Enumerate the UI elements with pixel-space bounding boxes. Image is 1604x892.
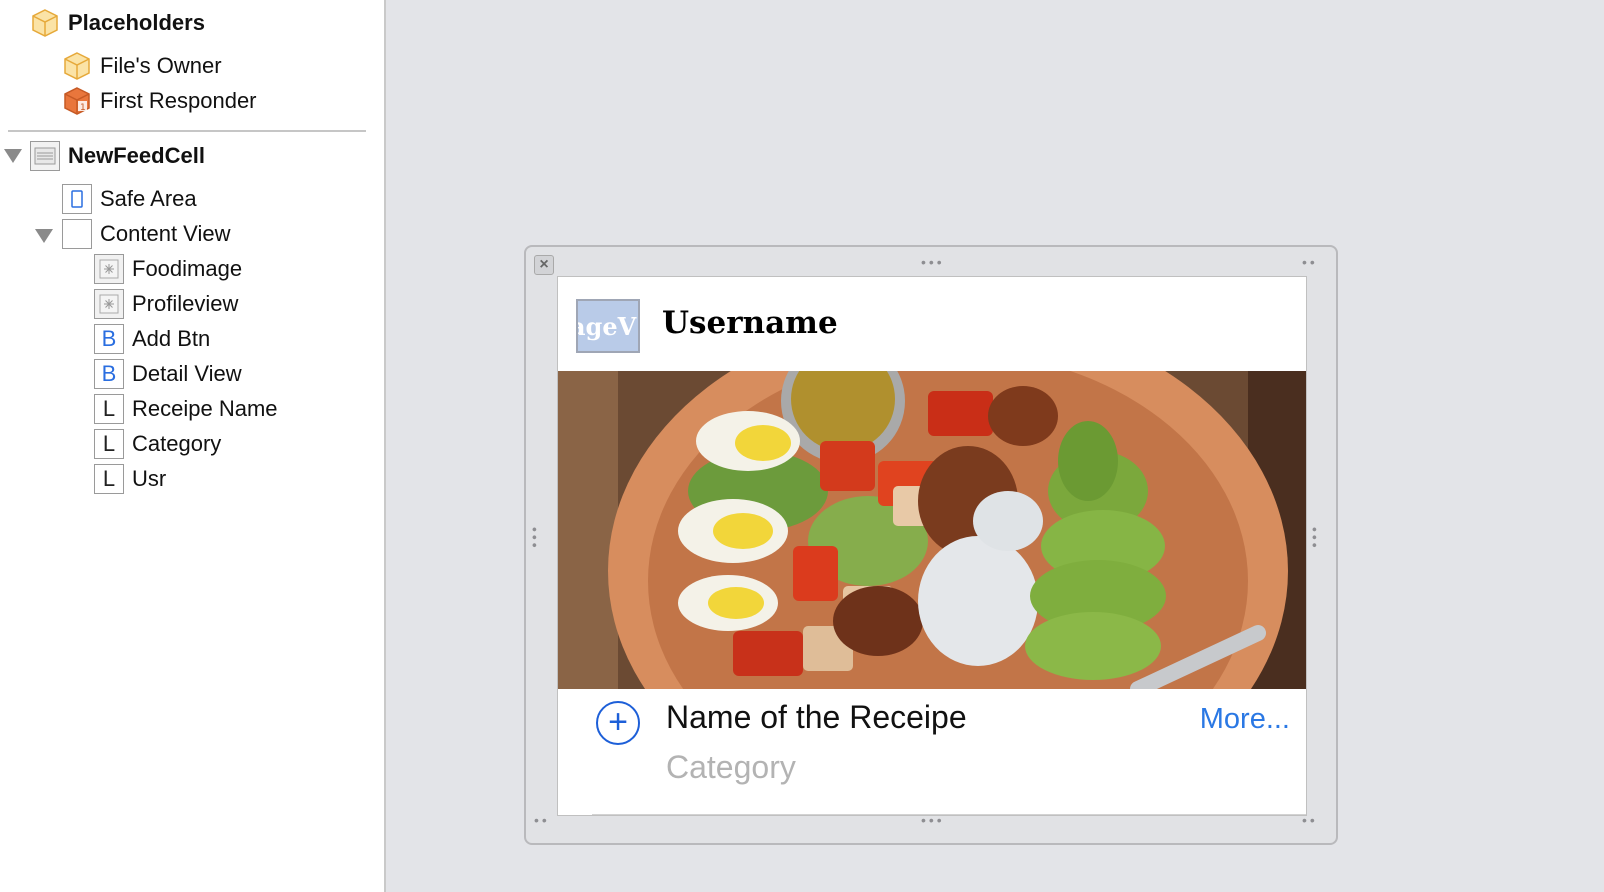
cell-content-view[interactable]: ageV Username + Name of the Receipe Cate… <box>557 276 1307 816</box>
outline-item-usr[interactable]: L Usr <box>94 462 166 496</box>
outline-item-receipe-name[interactable]: L Receipe Name <box>94 392 278 426</box>
button-b-icon: B <box>94 359 124 389</box>
resize-handle-bottom[interactable]: ••• <box>921 813 945 827</box>
label-l-icon: L <box>94 429 124 459</box>
document-outline: Placeholders File's Owner 1 First Respon… <box>0 0 386 892</box>
outline-divider <box>8 130 366 132</box>
recipe-name-label[interactable]: Name of the Receipe <box>666 699 967 736</box>
close-icon[interactable]: × <box>534 255 554 275</box>
outline-category-label: Category <box>132 431 222 456</box>
outline-item-profileview[interactable]: Profileview <box>94 287 238 321</box>
disclosure-triangle-icon[interactable] <box>4 149 22 163</box>
outline-foodimage-label: Foodimage <box>132 256 243 281</box>
outline-item-newfeedcell[interactable]: NewFeedCell <box>30 139 205 173</box>
outline-profileview-label: Profileview <box>132 291 239 316</box>
outline-first-responder-label: First Responder <box>100 88 257 113</box>
profile-view-placeholder-text: ageV <box>576 311 637 341</box>
outline-placeholders-label: Placeholders <box>68 10 205 35</box>
resize-handle-right[interactable]: ••• <box>1307 527 1323 551</box>
view-icon <box>62 219 92 249</box>
outline-newfeedcell-label: NewFeedCell <box>68 143 205 168</box>
image-view-icon <box>94 254 124 284</box>
add-button[interactable]: + <box>596 701 640 745</box>
first-responder-cube-icon: 1 <box>62 86 92 116</box>
label-l-icon: L <box>94 464 124 494</box>
profile-image-view[interactable]: ageV <box>576 299 640 353</box>
more-button[interactable]: More... <box>1200 703 1290 736</box>
outline-content-view-label: Content View <box>100 221 231 246</box>
disclosure-triangle-icon[interactable] <box>35 229 53 243</box>
svg-text:1: 1 <box>80 103 86 113</box>
placeholder-cube-icon <box>30 8 60 38</box>
image-view-icon <box>94 289 124 319</box>
outline-add-btn-label: Add Btn <box>132 326 211 351</box>
outline-detail-view-label: Detail View <box>132 361 242 386</box>
outline-item-add-btn[interactable]: B Add Btn <box>94 322 210 356</box>
resize-handle-left[interactable]: ••• <box>527 527 543 551</box>
username-label[interactable]: Username <box>662 305 838 341</box>
files-owner-cube-icon <box>62 51 92 81</box>
food-image-view[interactable] <box>558 371 1307 689</box>
outline-usr-label: Usr <box>132 466 167 491</box>
outline-item-detail-view[interactable]: B Detail View <box>94 357 242 391</box>
resize-handle-bottom-left[interactable]: •• <box>534 813 550 827</box>
table-cell-scene-frame[interactable]: × ••• ••• ••• ••• •• •• •• ageV Username <box>524 245 1338 845</box>
outline-safe-area-label: Safe Area <box>100 186 197 211</box>
resize-handle-top[interactable]: ••• <box>921 255 945 269</box>
outline-item-category[interactable]: L Category <box>94 427 221 461</box>
label-l-icon: L <box>94 394 124 424</box>
outline-item-foodimage[interactable]: Foodimage <box>94 252 242 286</box>
outline-receipe-name-label: Receipe Name <box>132 396 278 421</box>
outline-item-files-owner[interactable]: File's Owner <box>62 49 222 83</box>
resize-handle-top-right[interactable]: •• <box>1302 255 1318 269</box>
outline-item-content-view[interactable]: Content View <box>62 217 230 251</box>
table-cell-icon <box>30 141 60 171</box>
safe-area-icon <box>62 184 92 214</box>
category-label[interactable]: Category <box>666 749 796 786</box>
outline-item-safe-area[interactable]: Safe Area <box>62 182 197 216</box>
cell-separator <box>592 814 1306 815</box>
button-b-icon: B <box>94 324 124 354</box>
outline-files-owner-label: File's Owner <box>100 53 222 78</box>
resize-handle-bottom-right[interactable]: •• <box>1302 813 1318 827</box>
outline-placeholders[interactable]: Placeholders <box>30 6 205 40</box>
outline-item-first-responder[interactable]: 1 First Responder <box>62 84 257 118</box>
